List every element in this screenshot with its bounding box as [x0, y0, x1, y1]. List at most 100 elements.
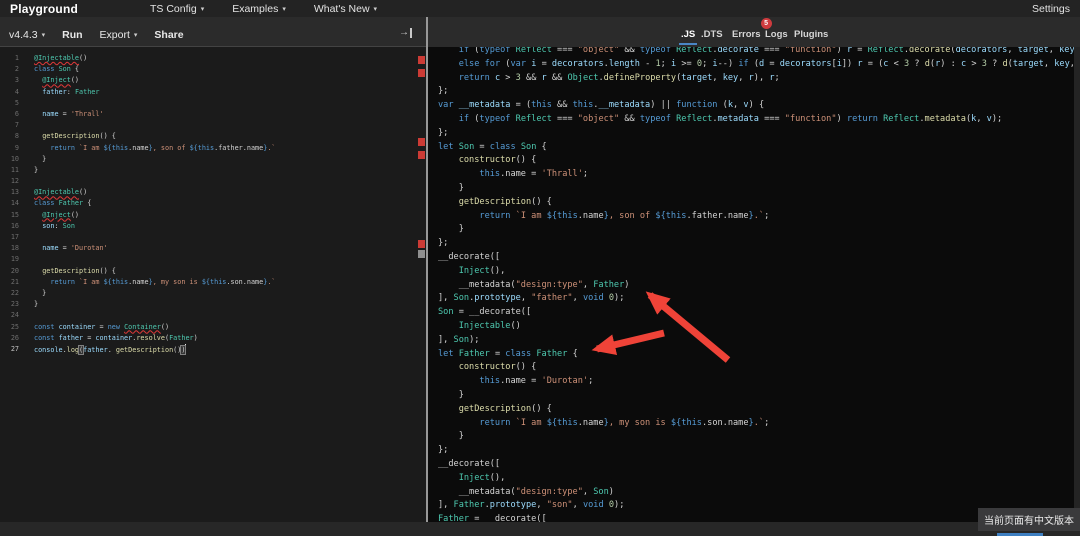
line-number: 2: [14, 65, 19, 74]
code-line: 3 @Inject(): [0, 75, 426, 86]
line-number: 25: [10, 322, 19, 331]
code-line: 21 return `I am ${this.name}, my son is …: [0, 277, 426, 288]
code-line: constructor() {: [458, 155, 537, 166]
line-number: 21: [10, 277, 19, 286]
line-number: 22: [10, 288, 19, 297]
code-line: };: [438, 127, 449, 138]
code-line: 6 name = 'Thrall': [0, 109, 426, 120]
code-line: 15 @Inject(): [0, 210, 426, 221]
pane-divider[interactable]: [426, 17, 428, 522]
line-number: 3: [14, 76, 19, 85]
code-line: 19: [0, 254, 426, 265]
line-number: 7: [14, 121, 19, 130]
settings-link[interactable]: Settings: [1032, 3, 1070, 15]
code-line: 25 const container = new Container(): [0, 322, 426, 333]
caret-down-icon: ▾: [282, 5, 286, 13]
overview-ruler[interactable]: [418, 47, 426, 522]
code-line: 8 getDescription() {: [0, 131, 426, 142]
editor-toolbar: v4.4.3 ▾ Run Export ▾ Share →: [0, 17, 426, 47]
caret-down-icon: ▾: [200, 5, 205, 13]
share-button[interactable]: Share: [154, 29, 183, 41]
code-line: 20 getDescription() {: [0, 266, 426, 277]
code-line: var __metadata = (this && this.__metadat…: [438, 100, 765, 111]
code-line: 22 }: [0, 288, 426, 299]
line-number: 1: [14, 54, 19, 62]
top-nav: Playground TS Config ▾ Examples ▾ What's…: [0, 0, 1080, 17]
menu-whats-new[interactable]: What's New ▾: [314, 3, 377, 15]
code-line: return `I am ${this.name}, my son is ${t…: [479, 417, 770, 428]
code-line: return `I am ${this.name}, son of ${this…: [479, 210, 770, 221]
code-line: 5: [0, 98, 426, 109]
code-line: let Father = class Father {: [438, 348, 578, 359]
code-line: let Son = class Son {: [438, 141, 547, 152]
code-line: 10 }: [0, 154, 426, 165]
line-number: 24: [10, 311, 19, 320]
code-line: }: [438, 431, 464, 442]
line-number: 9: [14, 143, 19, 152]
code-line: 9 return `I am ${this.name}, son of ${th…: [0, 143, 426, 154]
line-number: 26: [10, 333, 19, 342]
typescript-code: 1 @Injectable() 2 class Son {3 @Inject() 4 f…: [0, 47, 426, 355]
code-line: 11}: [0, 165, 426, 176]
code-line: };: [438, 86, 449, 97]
code-line: __decorate([: [438, 458, 501, 469]
code-line: }: [438, 182, 464, 193]
code-line: };: [438, 238, 449, 249]
line-number: 10: [10, 154, 19, 163]
error-mark: [418, 138, 425, 146]
error-mark: [418, 69, 425, 77]
code-line: }: [438, 389, 464, 400]
code-line: 18 name = 'Durotan': [0, 243, 426, 254]
run-button[interactable]: Run: [62, 29, 82, 41]
js-output-code: if (typeof Reflect === "object" && typeo…: [438, 47, 1074, 522]
tab-plugins[interactable]: Plugins: [794, 26, 828, 40]
version-dropdown[interactable]: v4.4.3 ▾: [9, 29, 45, 41]
code-line: constructor() {: [458, 362, 537, 373]
tab-js[interactable]: .JS: [678, 26, 698, 45]
line-number: 20: [10, 266, 19, 275]
caret-down-icon: ▾: [373, 5, 378, 13]
code-line: this.name = 'Thrall';: [479, 169, 589, 180]
error-mark: [418, 240, 425, 248]
code-line: this.name = 'Durotan';: [479, 376, 594, 387]
code-line: getDescription() {: [458, 403, 552, 414]
line-number: 5: [14, 98, 19, 107]
line-number: 11: [10, 165, 19, 174]
toolbar: v4.4.3 ▾ Run Export ▾ Share → .JS .DTS E…: [0, 17, 1080, 47]
line-number: 23: [10, 300, 19, 309]
code-line: 14 class Father {: [0, 198, 426, 209]
line-number: 14: [10, 199, 19, 208]
code-line: Inject(),: [458, 472, 506, 483]
line-number: 16: [10, 221, 19, 230]
error-mark: [418, 151, 425, 159]
app-title: Playground: [10, 1, 79, 16]
tab-dts[interactable]: .DTS: [701, 26, 723, 40]
line-number: 6: [14, 109, 19, 118]
code-line: ], Son);: [438, 334, 480, 345]
caret-down-icon: ▾: [133, 31, 138, 39]
tab-errors[interactable]: Errors 5: [732, 18, 772, 40]
code-line: 12: [0, 176, 426, 187]
menu-examples[interactable]: Examples ▾: [232, 3, 286, 15]
line-number: 4: [14, 87, 19, 96]
code-line: __decorate([: [438, 251, 501, 262]
code-line: __metadata("design:type", Father): [438, 279, 630, 290]
main-menu: TS Config ▾ Examples ▾ What's New ▾: [150, 3, 377, 15]
code-line: __metadata("design:type", Son): [438, 486, 614, 497]
collapse-sidebar-icon[interactable]: →: [399, 28, 412, 38]
line-number: 18: [10, 244, 19, 253]
code-line: if (typeof Reflect === "object" && typeo…: [458, 47, 1074, 55]
code-line: 23}: [0, 299, 426, 310]
code-line: 1 @Injectable(): [0, 53, 426, 64]
code-line: Son = __decorate([: [438, 307, 532, 318]
chinese-version-toast[interactable]: 当前页面有中文版本: [978, 508, 1080, 531]
code-line: return c > 3 && r && Object.defineProper…: [458, 72, 780, 83]
tab-logs[interactable]: Logs: [765, 26, 788, 40]
code-line: if (typeof Reflect === "object" && typeo…: [458, 113, 1003, 124]
export-dropdown[interactable]: Export ▾: [100, 29, 138, 41]
caret-down-icon: ▾: [41, 31, 46, 39]
menu-ts-config[interactable]: TS Config ▾: [150, 3, 204, 15]
typescript-editor[interactable]: 1 @Injectable() 2 class Son {3 @Inject() 4 f…: [0, 47, 426, 522]
js-output-pane[interactable]: if (typeof Reflect === "object" && typeo…: [428, 47, 1074, 522]
code-line: Inject(),: [458, 265, 506, 276]
